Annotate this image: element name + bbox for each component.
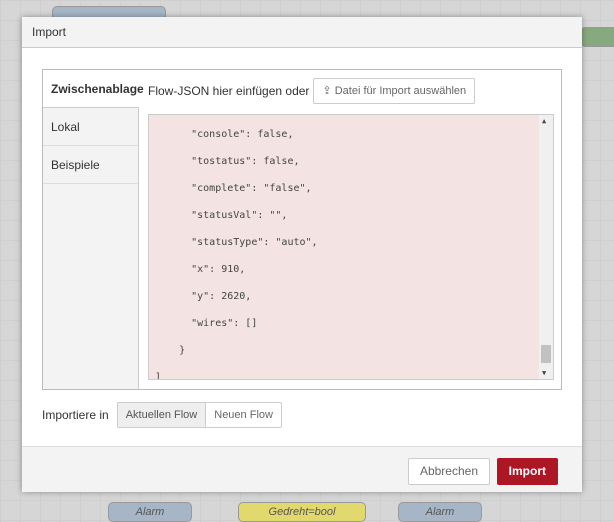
upload-icon: ⇪ — [322, 85, 335, 97]
scrollbar-thumb[interactable] — [541, 345, 551, 363]
bg-node-change: Gedreht=bool — [238, 502, 366, 522]
cancel-button[interactable]: Abbrechen — [407, 458, 490, 485]
tab-list: Zwischenablage Lokal Beispiele — [43, 70, 144, 389]
scroll-down-icon[interactable]: ▼ — [542, 369, 546, 377]
dialog-footer: Abbrechen Import — [22, 446, 582, 492]
new-flow-option[interactable]: Neuen Flow — [206, 403, 281, 427]
import-button[interactable]: Import — [496, 458, 558, 485]
scroll-up-icon[interactable]: ▲ — [542, 117, 546, 125]
import-into-label: Importiere in — [42, 408, 109, 422]
dialog-title: Import — [22, 17, 582, 48]
scrollbar[interactable]: ▲ ▼ — [539, 115, 553, 379]
import-panel: Zwischenablage Lokal Beispiele Flow-JSON… — [42, 69, 562, 390]
tab-examples[interactable]: Beispiele — [43, 146, 138, 184]
paste-hint: Flow-JSON hier einfügen oder — [148, 84, 310, 98]
tab-clipboard[interactable]: Zwischenablage — [43, 70, 144, 108]
import-dialog: Import Zwischenablage Lokal Beispiele Fl… — [22, 17, 582, 492]
bg-node-alarm: Alarm — [398, 502, 482, 522]
bg-node — [580, 27, 614, 47]
select-file-button[interactable]: ⇪ Datei für Import auswählen — [313, 78, 476, 104]
bg-node-alarm: Alarm — [108, 502, 192, 522]
import-into-toggle: Aktuellen Flow Neuen Flow — [116, 402, 282, 428]
tab-local[interactable]: Lokal — [43, 108, 138, 146]
current-flow-option[interactable]: Aktuellen Flow — [117, 403, 207, 427]
json-textarea[interactable]: "console": false, "tostatus": false, "co… — [148, 114, 554, 380]
